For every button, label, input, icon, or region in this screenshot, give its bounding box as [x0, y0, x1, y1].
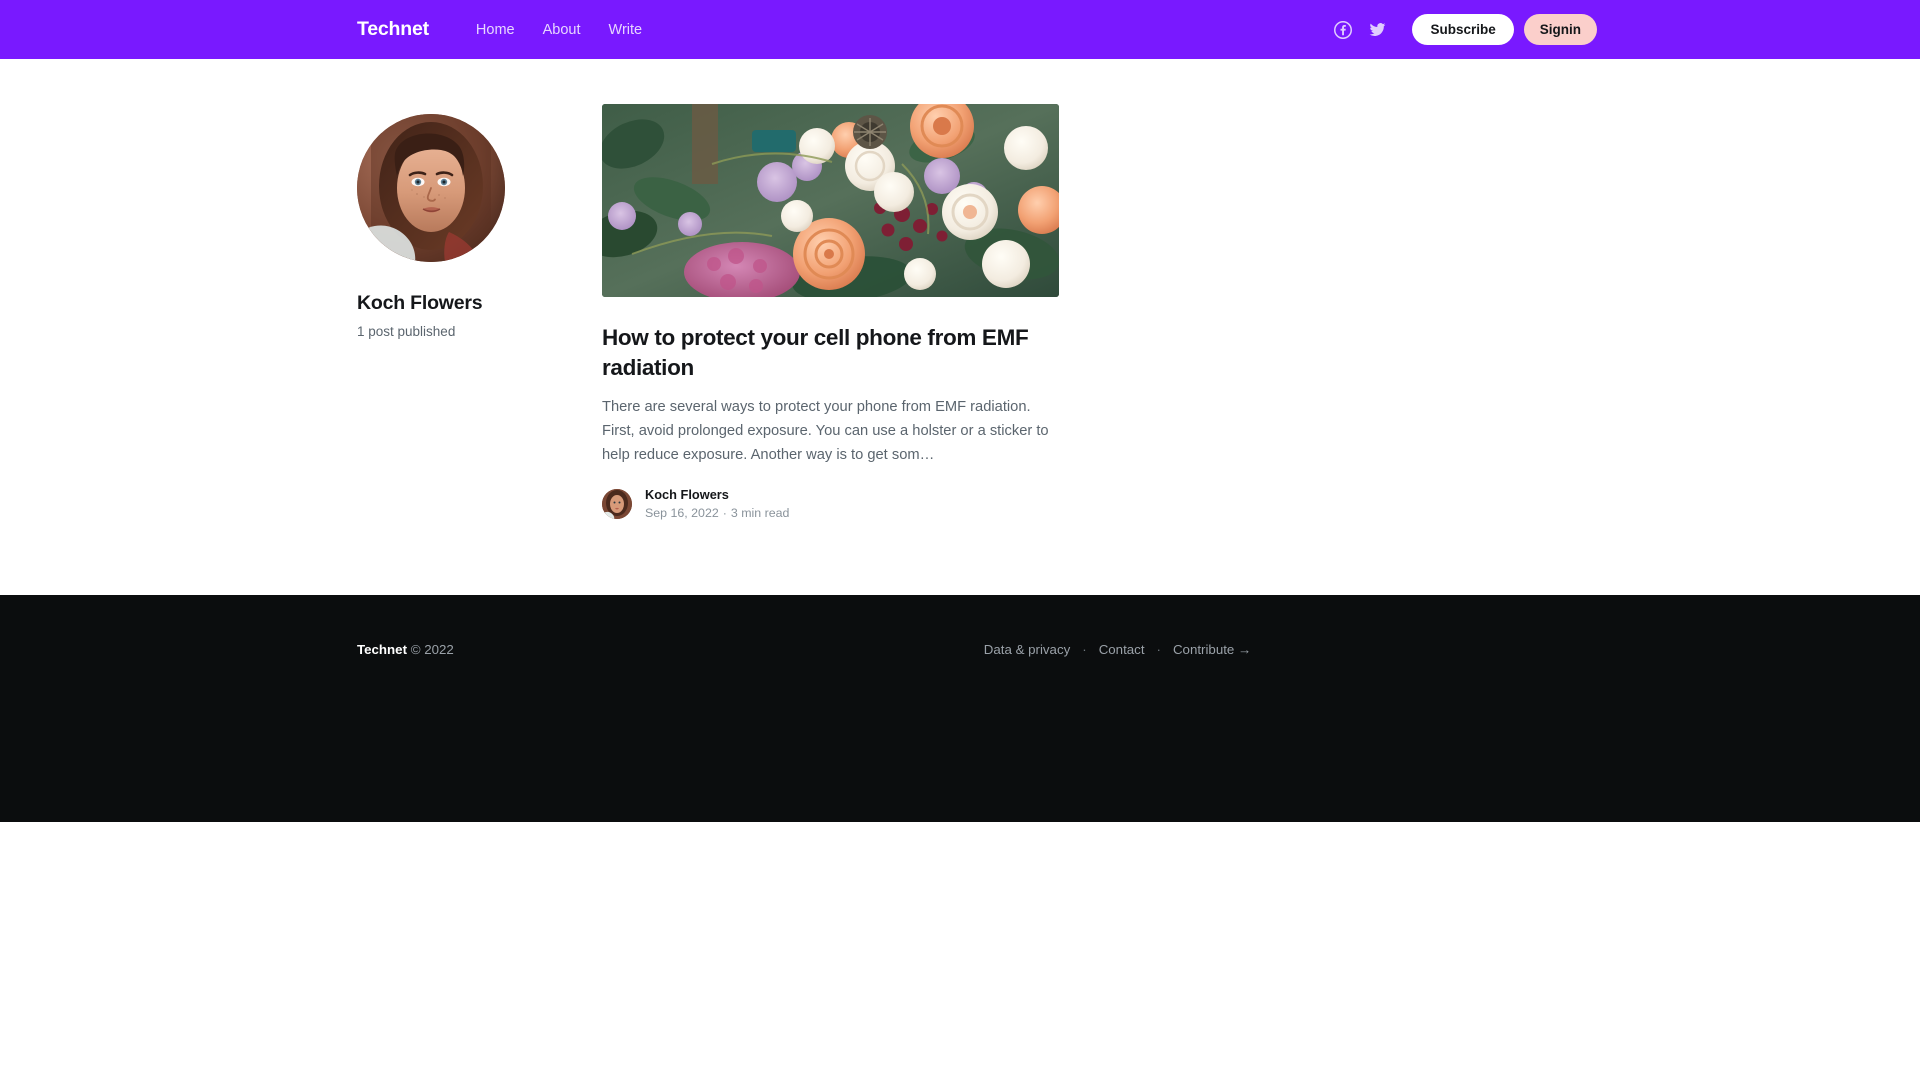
author-profile-column: Koch Flowers 1 post published	[357, 104, 602, 339]
nav-item-home[interactable]: Home	[462, 22, 529, 38]
facebook-icon[interactable]	[1330, 17, 1356, 43]
post-meta: Koch Flowers Sep 16, 2022 · 3 min read	[602, 486, 1062, 523]
footer-navigation: Data & privacy · Contact · Contribute →	[984, 642, 1252, 657]
nav-item-about[interactable]: About	[529, 22, 595, 38]
site-footer: Technet © 2022 Data & privacy · Contact …	[0, 595, 1920, 822]
footer-link-contribute[interactable]: Contribute →	[1173, 642, 1251, 657]
footer-separator-1: ·	[1082, 642, 1087, 657]
footer-link-contact[interactable]: Contact	[1099, 642, 1145, 657]
header-actions: Subscribe Signin	[1330, 13, 1880, 46]
author-name: Koch Flowers	[357, 292, 483, 314]
footer-copyright: Technet © 2022	[357, 642, 454, 657]
post-feature-image[interactable]	[602, 104, 1059, 297]
footer-brand-link[interactable]: Technet	[357, 642, 407, 657]
post-title[interactable]: How to protect your cell phone from EMF …	[602, 323, 1054, 382]
post-meta-sub: Sep 16, 2022 · 3 min read	[645, 505, 789, 523]
author-post-count: 1 post published	[357, 324, 456, 339]
signin-button[interactable]: Signin	[1523, 13, 1597, 46]
content-container: Koch Flowers 1 post published How to pro…	[0, 104, 1920, 523]
post-excerpt: There are several ways to protect your p…	[602, 399, 1049, 463]
footer-separator-2: ·	[1156, 642, 1161, 657]
post-date: Sep 16, 2022	[645, 506, 719, 521]
primary-navigation: Home About Write	[462, 22, 656, 38]
site-header: Technet Home About Write Subscribe Signi…	[0, 0, 1920, 59]
post-author-name[interactable]: Koch Flowers	[645, 486, 789, 503]
author-avatar	[357, 114, 505, 262]
main-content: Koch Flowers 1 post published How to pro…	[0, 59, 1920, 595]
post-author-avatar[interactable]	[602, 489, 632, 520]
footer-inner: Technet © 2022 Data & privacy · Contact …	[0, 642, 1920, 657]
footer-copyright-year: © 2022	[410, 642, 454, 657]
nav-item-write[interactable]: Write	[595, 22, 657, 38]
post-card: How to protect your cell phone from EMF …	[602, 104, 1062, 523]
meta-separator: ·	[722, 506, 727, 521]
footer-link-data-privacy[interactable]: Data & privacy	[984, 642, 1070, 657]
twitter-icon[interactable]	[1364, 17, 1390, 43]
header-inner: Technet Home About Write Subscribe Signi…	[0, 13, 1920, 46]
site-brand-logo[interactable]: Technet	[357, 18, 429, 41]
subscribe-button[interactable]: Subscribe	[1412, 13, 1514, 46]
post-read-time: 3 min read	[730, 506, 790, 521]
post-meta-text: Koch Flowers Sep 16, 2022 · 3 min read	[645, 486, 789, 523]
